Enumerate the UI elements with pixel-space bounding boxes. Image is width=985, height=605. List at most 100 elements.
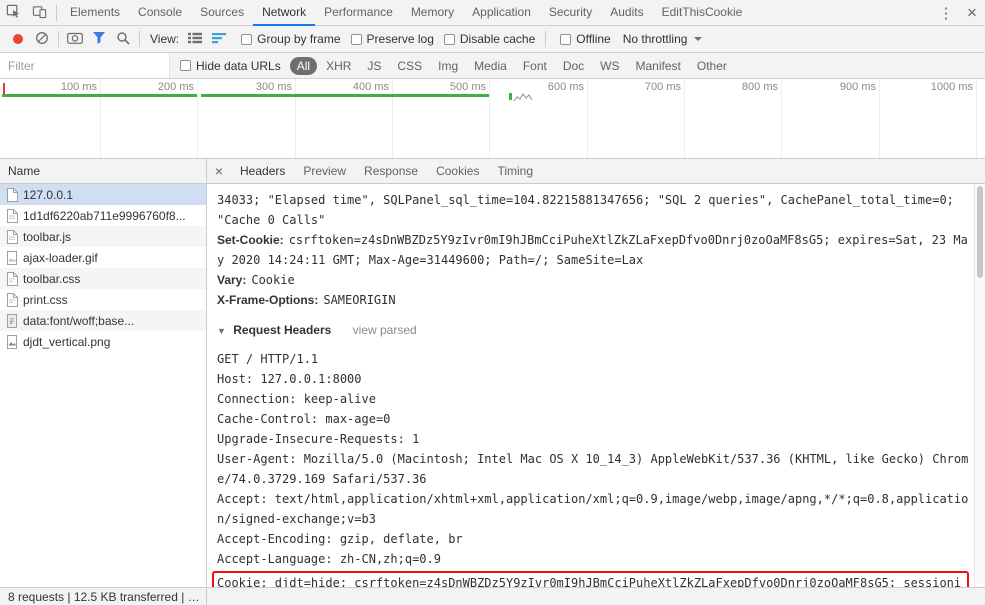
small-rows-view-button[interactable] <box>183 27 207 51</box>
request-row[interactable]: toolbar.css <box>0 268 206 289</box>
raw-request-line: Cache-Control: max-age=0 <box>217 412 391 426</box>
raw-request-line: Accept: text/html,application/xhtml+xml,… <box>217 492 969 526</box>
timeline-gridline: 100 ms <box>61 79 101 158</box>
timeline-activity-mark <box>509 93 512 100</box>
raw-cookie-line: Cookie: djdt=hide; csrftoken=z4sDnWBZDz5… <box>217 576 962 587</box>
group-by-frame-checkbox[interactable] <box>241 33 253 45</box>
filter-pill-font[interactable]: Font <box>516 57 554 75</box>
raw-request-line: User-Agent: Mozilla/5.0 (Macintosh; Inte… <box>217 452 969 486</box>
raw-request-line: Upgrade-Insecure-Requests: 1 <box>217 432 420 446</box>
request-summary: 8 requests | 12.5 KB transferred | … <box>0 588 207 605</box>
inspect-element-button[interactable] <box>0 0 26 26</box>
filter-pill-manifest[interactable]: Manifest <box>629 57 688 75</box>
device-toolbar-button[interactable] <box>26 0 52 26</box>
request-row[interactable]: 1d1df6220ab711e9996760f8... <box>0 205 206 226</box>
scrollbar-thumb[interactable] <box>977 186 983 278</box>
hide-data-urls-checkbox[interactable] <box>180 60 191 71</box>
preserve-log-label: Preserve log <box>366 32 434 46</box>
detail-tab-cookies[interactable]: Cookies <box>427 159 488 184</box>
clear-button[interactable] <box>30 27 54 51</box>
request-rows: 127.0.0.1 1d1df6220ab711e9996760f8... to… <box>0 184 206 587</box>
detail-tab-timing[interactable]: Timing <box>488 159 542 184</box>
close-devtools-button[interactable]: × <box>959 0 985 26</box>
raw-request-line: Connection: keep-alive <box>217 392 376 406</box>
tab-performance[interactable]: Performance <box>315 0 402 26</box>
request-row[interactable]: djdt_vertical.png <box>0 331 206 352</box>
request-row[interactable]: 127.0.0.1 <box>0 184 206 205</box>
tab-editthiscookie[interactable]: EditThisCookie <box>653 0 752 26</box>
raw-request-line: Accept-Language: zh-CN,zh;q=0.9 <box>217 552 441 566</box>
stylesheet-icon <box>6 271 18 286</box>
record-button[interactable] <box>6 27 30 51</box>
detail-tab-response[interactable]: Response <box>355 159 427 184</box>
detail-scrollbar[interactable] <box>974 184 985 587</box>
detail-tab-preview[interactable]: Preview <box>294 159 355 184</box>
divider <box>56 4 57 21</box>
detail-tab-headers[interactable]: Headers <box>231 159 294 184</box>
timeline-gridline: 800 ms <box>742 79 782 158</box>
filter-pill-media[interactable]: Media <box>467 57 514 75</box>
capture-screenshots-button[interactable] <box>63 27 87 51</box>
list-view-icon <box>187 32 203 47</box>
triangle-down-icon[interactable]: ▼ <box>217 326 226 336</box>
request-list-panel: Name 127.0.0.1 1d1df6220ab711e9996760f8.… <box>0 159 207 587</box>
name-column-header[interactable]: Name <box>0 159 206 184</box>
filter-input[interactable] <box>0 53 170 78</box>
tab-memory[interactable]: Memory <box>402 0 463 26</box>
request-row[interactable]: print.css <box>0 289 206 310</box>
headers-content: 34033; "Elapsed time", SQLPanel_sql_time… <box>207 184 985 587</box>
filter-pill-ws[interactable]: WS <box>593 57 626 75</box>
record-icon <box>13 34 23 44</box>
tab-application[interactable]: Application <box>463 0 540 26</box>
timeline-gridline: 1000 ms <box>931 79 977 158</box>
request-headers-section: ▼ Request Headers view parsed <box>217 320 969 341</box>
network-toolbar: View: Group by frame Preserve log Disabl… <box>0 26 985 53</box>
overview-view-button[interactable] <box>207 27 231 51</box>
request-detail-panel: × Headers Preview Response Cookies Timin… <box>207 159 985 587</box>
chevron-down-icon <box>694 37 703 41</box>
tab-audits[interactable]: Audits <box>601 0 652 26</box>
request-headers-title[interactable]: Request Headers <box>233 323 331 337</box>
request-row[interactable]: toolbar.js <box>0 226 206 247</box>
svg-text:F: F <box>10 317 15 326</box>
waterfall-view-icon <box>211 32 227 47</box>
timeline-activity-bar <box>2 94 197 97</box>
timeline-gridline: 900 ms <box>840 79 880 158</box>
disable-cache-label: Disable cache <box>459 32 536 46</box>
clear-icon <box>35 31 49 48</box>
offline-checkbox[interactable] <box>560 33 572 45</box>
filter-pill-other[interactable]: Other <box>690 57 734 75</box>
more-options-button[interactable]: ⋮ <box>933 0 959 26</box>
filter-pill-doc[interactable]: Doc <box>556 57 591 75</box>
filter-pill-css[interactable]: CSS <box>390 57 429 75</box>
view-parsed-link[interactable]: view parsed <box>353 323 417 337</box>
disable-cache-checkbox[interactable] <box>443 33 455 45</box>
request-row[interactable]: ajax-loader.gif <box>0 247 206 268</box>
tab-elements[interactable]: Elements <box>61 0 129 26</box>
funnel-icon <box>92 31 106 47</box>
tab-network[interactable]: Network <box>253 0 316 26</box>
filter-pill-xhr[interactable]: XHR <box>319 57 358 75</box>
tab-security[interactable]: Security <box>540 0 601 26</box>
timeline-gridline: 300 ms <box>256 79 296 158</box>
timeline-gridline: 400 ms <box>353 79 393 158</box>
hide-data-urls-label: Hide data URLs <box>196 58 281 73</box>
timeline-event-marker <box>3 83 5 94</box>
timeline-overview[interactable]: 100 ms 200 ms 300 ms 400 ms 500 ms 600 m… <box>0 79 985 159</box>
timeline-gridline: 600 ms <box>548 79 588 158</box>
filter-pill-img[interactable]: Img <box>431 57 465 75</box>
preserve-log-checkbox[interactable] <box>350 33 362 45</box>
filter-toggle-button[interactable] <box>87 27 111 51</box>
close-detail-button[interactable]: × <box>207 163 231 179</box>
stylesheet-icon <box>6 292 18 307</box>
throttling-select[interactable]: No throttling <box>623 32 703 46</box>
search-button[interactable] <box>111 27 135 51</box>
filter-pill-js[interactable]: JS <box>360 57 388 75</box>
timeline-gridline: 500 ms <box>450 79 490 158</box>
tab-sources[interactable]: Sources <box>191 0 253 26</box>
camera-icon <box>67 32 83 47</box>
filter-pill-all[interactable]: All <box>289 56 318 75</box>
request-row[interactable]: F data:font/woff;base... <box>0 310 206 331</box>
search-icon <box>116 31 130 48</box>
tab-console[interactable]: Console <box>129 0 191 26</box>
